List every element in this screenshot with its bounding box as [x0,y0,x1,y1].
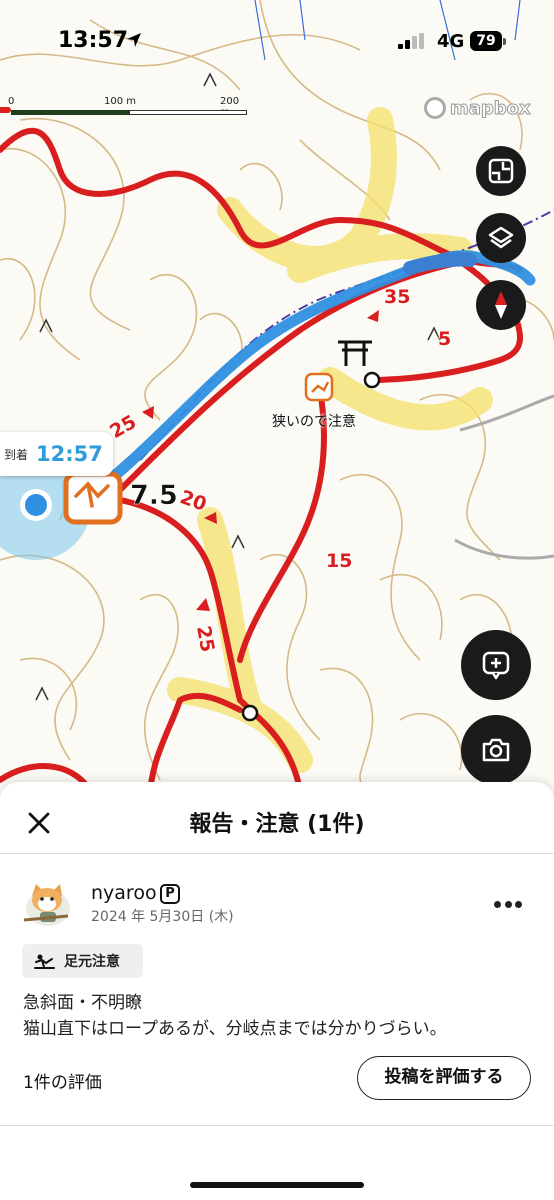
compass-icon [495,291,507,319]
more-dot [504,900,512,908]
layers-button[interactable] [476,213,526,263]
signal-icon [398,33,424,49]
scale-bar: 0 100 m 200 m [8,96,248,120]
battery-tip [503,38,506,45]
map-note-label: 狭いので注意 [272,414,356,430]
post-body-line-1: 急斜面・不明瞭 [23,993,142,1013]
shrine-icon [338,340,372,366]
add-post-button[interactable] [461,630,531,700]
premium-badge: P [160,884,180,904]
grade-label-15: 15 [326,550,353,572]
shrink-icon [488,158,514,184]
grade-label-5: 5 [438,328,452,350]
arrival-time: 12:57 [36,442,103,466]
status-time: 13:57 [58,28,129,53]
sheet-divider [0,1125,554,1126]
mapbox-text: mapbox [450,97,532,119]
post-tag-label: 足元注意 [64,954,120,970]
map-view[interactable]: 13:57 4G 79 0 100 m 200 m mapbox 到着 12:5… [0,0,554,800]
camera-button[interactable] [461,715,531,785]
mapbox-attribution[interactable]: mapbox [424,96,531,120]
sheet-title: 報告・注意 (1件) [189,812,365,837]
add-comment-icon [482,651,510,680]
rating-count: 1件の評価 [23,1073,102,1093]
avatar[interactable] [18,880,74,930]
scale-bar-segment-2 [129,110,247,115]
report-sheet: 報告・注意 (1件) nyaroo P 2024 年 5月30日 (木) 足元注… [0,782,554,1200]
scale-label-100: 100 m [104,96,137,107]
sheet-header: 報告・注意 (1件) [0,782,554,854]
post-username[interactable]: nyaroo [91,882,157,904]
more-options-button[interactable] [494,898,522,910]
arrival-callout: 到着 12:57 [0,432,113,476]
scale-label-0: 0 [8,96,15,107]
grade-label-25b: 25 [192,624,219,654]
arrival-label: 到着 [4,447,29,462]
fullscreen-button[interactable] [476,146,526,196]
scale-bar-segment-1 [11,110,129,115]
location-arrow-icon [127,33,141,47]
layers-icon [488,226,514,249]
post-tag: 足元注意 [22,944,143,978]
more-dot [515,900,522,908]
mapbox-icon [424,97,446,119]
network-type: 4G [437,31,465,52]
rate-post-button[interactable]: 投稿を評価する [357,1056,531,1100]
slip-icon [34,954,55,969]
camera-icon [482,738,510,762]
more-dot [494,900,501,908]
status-bar: 13:57 4G 79 [0,0,554,84]
distance-label: 7.5 [130,480,178,512]
battery-level: 79 [470,31,502,51]
post-date: 2024 年 5月30日 (木) [91,909,234,925]
compass-button[interactable] [476,280,526,330]
grade-label-35: 35 [384,286,411,308]
home-indicator[interactable] [190,1182,364,1188]
post-body-line-2: 猫山直下はロープあるが、分岐点までは分かりづらい。 [23,1019,447,1039]
